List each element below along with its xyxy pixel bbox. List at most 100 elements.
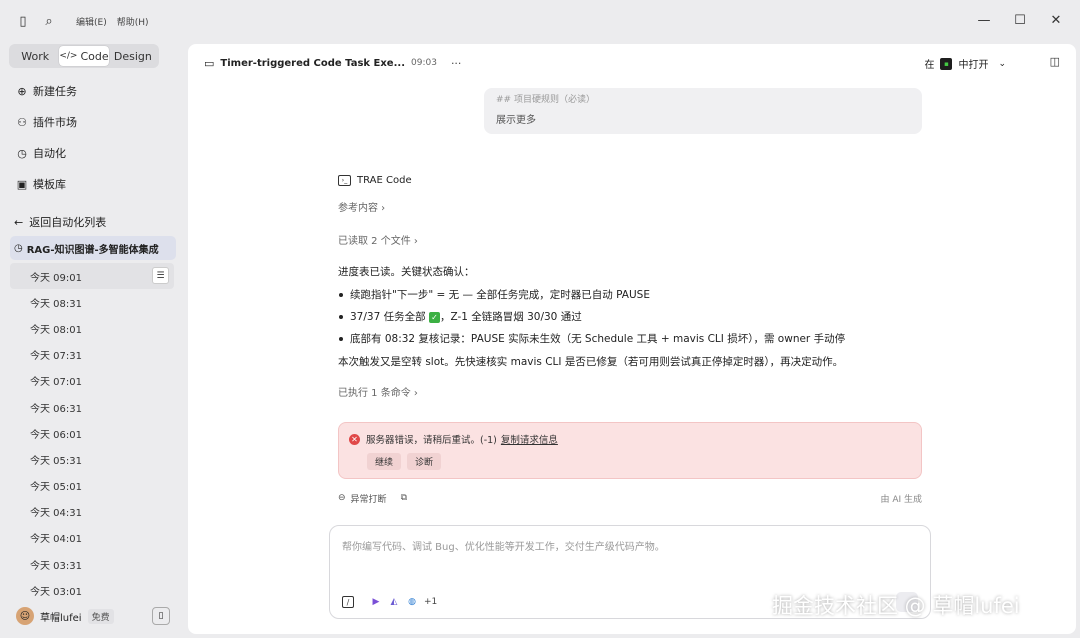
list-item: 续跑指针"下一步" = 无 — 全部任务完成，定时器已自动 PAUSE	[338, 287, 928, 302]
files-read-toggle[interactable]: 已读取 2 个文件 ›	[338, 232, 928, 247]
reference-toggle[interactable]: 参考内容 ›	[338, 199, 928, 214]
commands-run-toggle[interactable]: 已执行 1 条命令 ›	[338, 384, 928, 399]
run-item[interactable]: 今天 08:01	[10, 315, 174, 341]
template-icon: ▣	[16, 177, 28, 191]
diagnose-button[interactable]: 诊断	[407, 453, 442, 470]
automation-item-selected[interactable]: ◷ RAG-知识图谱-多智能体集成	[10, 236, 176, 260]
sidebar-toggle-icon[interactable]: ▯	[10, 8, 36, 34]
sidebar-item-automation[interactable]: ◷ 自动化	[16, 145, 66, 161]
run-item[interactable]: 今天 08:31	[10, 289, 174, 315]
code-icon: </>	[59, 51, 78, 61]
run-item[interactable]: 今天 03:01	[10, 577, 174, 603]
user-name: 草帽lufei	[40, 612, 82, 624]
agent-response: ›_ TRAE Code 参考内容 › 已读取 2 个文件 › 进度表已读。关键状…	[338, 170, 928, 399]
task-title: Timer-triggered Code Task Exe...	[220, 57, 405, 69]
mobile-device-icon[interactable]: ▯	[152, 607, 170, 625]
sidebar-item-new-task[interactable]: ⊕ 新建任务	[16, 83, 77, 99]
run-item[interactable]: 今天 04:01	[10, 525, 174, 551]
main-panel: ▭ Timer-triggered Code Task Exe... 09:03…	[188, 44, 1076, 634]
list-item: 37/37 任务全部 ✓ ，Z-1 全链路冒烟 30/30 通过	[338, 309, 928, 324]
alarm-clock-icon: ◷	[14, 242, 23, 254]
edit-icon[interactable]: /	[342, 596, 354, 608]
chevron-down-icon: ⌄	[998, 58, 1006, 69]
run-item[interactable]: 今天 03:31	[10, 551, 174, 577]
user-message-bubble: ## 项目硬规则（必读） 展示更多	[484, 88, 922, 134]
agent-name: TRAE Code	[357, 174, 412, 186]
response-footer: ⊖ 异常打断 ⧉ 由 AI 生成	[338, 490, 922, 506]
run-item[interactable]: 今天 07:31	[10, 342, 174, 368]
continue-button[interactable]: 继续	[367, 453, 402, 470]
tab-code[interactable]: </> Code	[59, 46, 109, 66]
minimize-icon[interactable]: —	[966, 6, 1002, 34]
run-label: 今天 07:01	[30, 377, 82, 389]
user-profile[interactable]: ☺ 草帽lufei 免费 ▯	[16, 605, 176, 627]
video-icon[interactable]: ▶	[370, 596, 382, 608]
run-label: 今天 05:01	[30, 482, 82, 494]
run-label: 今天 08:31	[30, 298, 82, 310]
run-list: 今天 09:01 ☰ 今天 08:31 今天 08:01 今天 07:31 今天 …	[10, 263, 174, 603]
list-item: 底部有 08:32 复核记录：PAUSE 实际未生效（无 Schedule 工具…	[338, 331, 928, 346]
tab-design[interactable]: Design	[109, 46, 157, 66]
run-label: 今天 03:01	[30, 586, 82, 598]
more-tools-count[interactable]: +1	[424, 597, 437, 607]
search-icon[interactable]: ⌕	[36, 8, 62, 34]
main-header: ▭ Timer-triggered Code Task Exe... 09:03…	[188, 44, 1076, 82]
sidebar-item-plugins[interactable]: ⚇ 插件市场	[16, 114, 77, 130]
open-in-prefix: 在	[924, 60, 935, 71]
globe-icon[interactable]: ◍	[406, 596, 418, 608]
status-list: 续跑指针"下一步" = 无 — 全部任务完成，定时器已自动 PAUSE 37/3…	[338, 287, 928, 346]
run-item[interactable]: 今天 05:01	[10, 473, 174, 499]
sidebar-item-templates[interactable]: ▣ 模板库	[16, 176, 66, 192]
run-label: 今天 04:31	[30, 508, 82, 520]
terminal-icon: ›_	[338, 174, 351, 186]
run-item[interactable]: 今天 04:31	[10, 499, 174, 525]
plus-circle-icon: ⊕	[17, 84, 27, 98]
run-label: 今天 05:31	[30, 455, 82, 467]
window-controls: — ☐ ✕	[966, 6, 1074, 34]
tab-work[interactable]: Work	[11, 46, 59, 66]
run-label: 今天 06:01	[30, 429, 82, 441]
error-message-line: ✕ 服务器错误，请稍后重试。(-1) 复制请求信息	[349, 432, 558, 446]
menu-help[interactable]: 帮助(H)	[117, 15, 149, 28]
list-icon[interactable]: ☰	[152, 267, 169, 284]
menu-edit[interactable]: 编辑(E)	[76, 15, 107, 28]
image-icon[interactable]: ◭	[388, 596, 400, 608]
close-icon[interactable]: ✕	[1038, 6, 1074, 34]
copy-icon[interactable]: ⧉	[401, 493, 407, 503]
run-item[interactable]: 今天 06:01	[10, 420, 174, 446]
copy-request-info-link[interactable]: 复制请求信息	[501, 432, 558, 446]
task-time: 09:03	[411, 58, 437, 68]
stop-circle-icon: ⊖	[338, 493, 346, 503]
run-item[interactable]: 今天 09:01 ☰	[10, 263, 174, 290]
open-in-suffix: 中打开	[958, 60, 989, 71]
mode-tabs: Work </> Code Design	[9, 44, 159, 68]
sidebar-item-label: 自动化	[33, 147, 66, 160]
error-panel: ✕ 服务器错误，请稍后重试。(-1) 复制请求信息 继续 诊断	[338, 422, 922, 479]
run-item[interactable]: 今天 06:31	[10, 394, 174, 420]
run-label: 今天 08:01	[30, 324, 82, 336]
open-in-dropdown[interactable]: 在 ▪ 中打开 ⌄	[924, 56, 1006, 71]
run-item[interactable]: 今天 05:31	[10, 446, 174, 472]
chat-input[interactable]	[342, 538, 912, 578]
back-link-label: 返回自动化列表	[29, 216, 107, 229]
back-to-automation-list[interactable]: ← 返回自动化列表	[14, 214, 106, 230]
error-message: 服务器错误，请稍后重试。(-1)	[366, 435, 497, 446]
show-more-link[interactable]: 展示更多	[496, 111, 910, 126]
check-mark-icon: ✓	[428, 312, 440, 323]
sidebar-item-label: 新建任务	[33, 85, 77, 98]
run-label: 今天 09:01	[30, 272, 82, 284]
trae-logo-icon: ▪	[940, 57, 953, 70]
run-item[interactable]: 今天 07:01	[10, 368, 174, 394]
plan-badge: 免费	[87, 608, 114, 624]
panel-toggle-icon[interactable]: ◫	[1050, 55, 1060, 68]
alarm-clock-icon: ◷	[17, 146, 27, 160]
maximize-icon[interactable]: ☐	[1002, 6, 1038, 34]
tab-code-label: Code	[80, 49, 109, 63]
watermark: 掘金技术社区 @ 草帽lufei	[772, 594, 1020, 618]
input-toolbar: / ▶ ◭ ◍ +1	[342, 596, 437, 608]
error-actions: 继续 诊断	[367, 453, 447, 470]
sidebar-item-label: 模板库	[33, 178, 66, 191]
more-options-icon[interactable]: ···	[451, 57, 462, 70]
abnormal-interrupt-label: 异常打断	[350, 494, 387, 505]
monitor-icon: ▭	[204, 56, 215, 70]
